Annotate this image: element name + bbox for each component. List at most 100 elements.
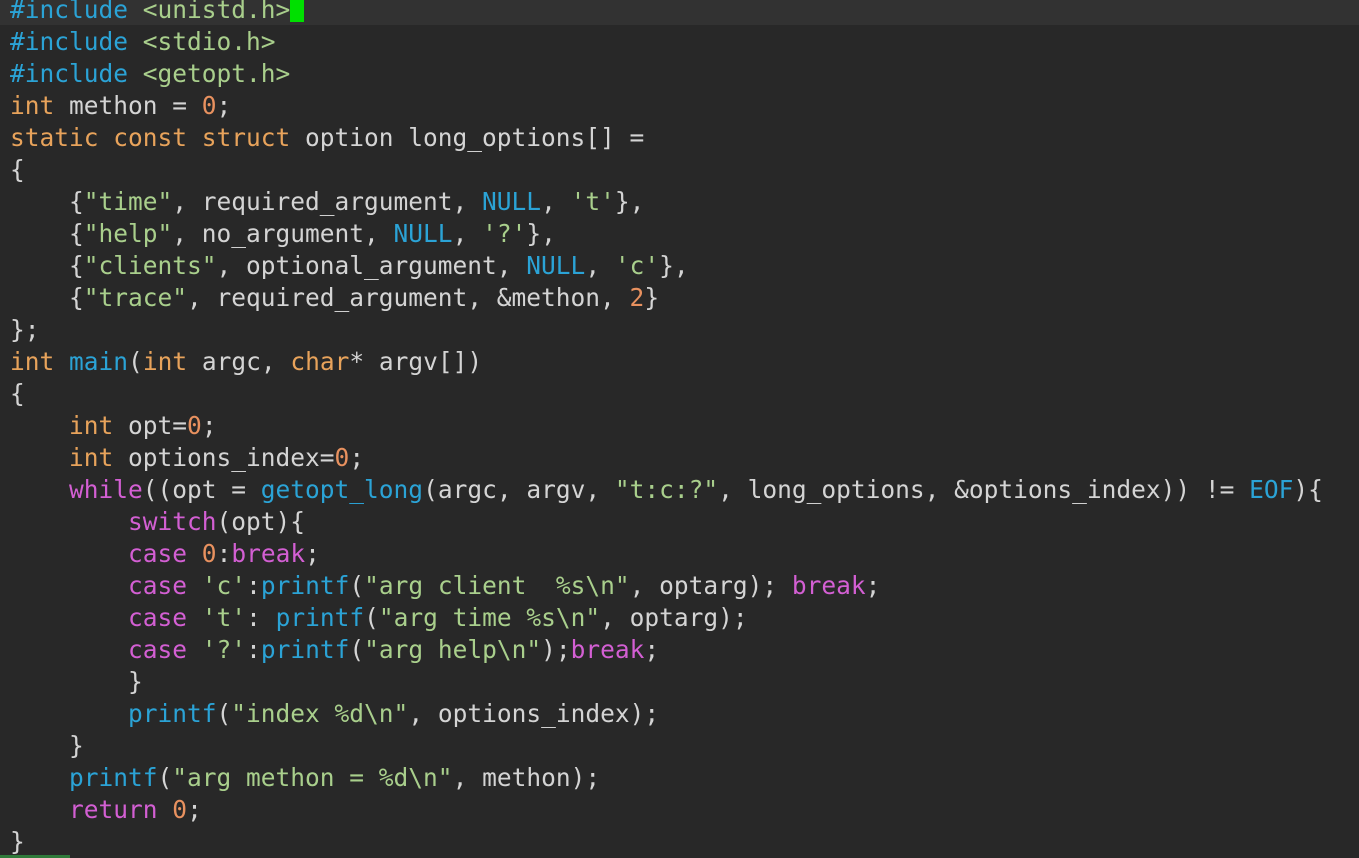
code-token: #include xyxy=(10,59,143,88)
code-token: return xyxy=(69,795,158,824)
code-token: int xyxy=(142,347,188,376)
code-token: case xyxy=(128,539,188,568)
code-token: NULL xyxy=(526,251,586,280)
code-token: ( xyxy=(216,699,232,728)
code-token: printf xyxy=(275,603,365,632)
code-token: , xyxy=(541,187,571,216)
code-line[interactable]: {"trace", required_argument, &methon, 2} xyxy=(10,282,659,314)
code-token: "index %d\n" xyxy=(231,699,409,728)
code-token: NULL xyxy=(393,219,453,248)
code-line[interactable]: case 0:break; xyxy=(10,538,320,570)
code-line[interactable]: int main(int argc, char* argv[]) xyxy=(10,346,482,378)
code-token: break xyxy=(791,571,866,600)
code-line[interactable]: {"time", required_argument, NULL, 't'}, xyxy=(10,186,644,218)
code-token: ; xyxy=(865,571,881,600)
code-token: } xyxy=(10,827,25,856)
code-token: <unistd.h> xyxy=(142,0,291,24)
code-line[interactable]: int options_index=0; xyxy=(10,442,364,474)
code-token: ( xyxy=(157,763,173,792)
code-token: }, xyxy=(526,219,556,248)
code-line[interactable]: printf("arg methon = %d\n", methon); xyxy=(10,762,600,794)
code-token: ){ xyxy=(1293,475,1323,504)
code-token: int xyxy=(10,347,55,376)
code-token: 0 xyxy=(187,411,202,440)
code-line[interactable]: #include <getopt.h> xyxy=(10,58,290,90)
code-line[interactable]: while((opt = getopt_long(argc, argv, "t:… xyxy=(10,474,1323,506)
code-token: NULL xyxy=(482,187,542,216)
code-token: , required_argument, &methon, xyxy=(187,283,630,312)
code-line[interactable]: #include <stdio.h> xyxy=(10,26,276,58)
code-line[interactable]: case 'c':printf("arg client %s\n", optar… xyxy=(10,570,880,602)
code-token: : xyxy=(246,635,261,664)
code-token: EOF xyxy=(1249,475,1294,504)
code-line[interactable]: return 0; xyxy=(10,794,202,826)
code-token: 0 xyxy=(201,91,217,120)
code-line[interactable]: } xyxy=(10,666,143,698)
code-token: opt= xyxy=(113,411,188,440)
code-token: { xyxy=(10,251,84,280)
code-token: { xyxy=(10,155,25,184)
code-line[interactable]: printf("index %d\n", options_index); xyxy=(10,698,659,730)
code-token: ( xyxy=(349,571,365,600)
code-line[interactable]: int opt=0; xyxy=(10,410,217,442)
code-line[interactable]: switch(opt){ xyxy=(10,506,305,538)
code-line[interactable]: } xyxy=(10,826,25,858)
code-token: 0 xyxy=(172,795,188,824)
code-token: char xyxy=(290,347,350,376)
code-token: }, xyxy=(614,187,645,216)
code-line[interactable]: #include <unistd.h> xyxy=(10,0,305,26)
code-token: , optional_argument, xyxy=(216,251,527,280)
code-token: #include xyxy=(10,27,143,56)
code-token: : xyxy=(246,571,261,600)
code-token: case xyxy=(128,635,188,664)
code-token: option long_options[] = xyxy=(290,123,645,152)
code-token: int xyxy=(69,443,114,472)
code-line[interactable]: { xyxy=(10,378,25,410)
code-token: int xyxy=(10,91,55,120)
code-token: methon = xyxy=(54,91,202,120)
code-token: 't' xyxy=(201,603,247,632)
code-token: argc, xyxy=(187,347,291,376)
code-token: (argc, argv, xyxy=(423,475,615,504)
code-line[interactable]: } xyxy=(10,730,84,762)
code-token: options_index= xyxy=(113,443,335,472)
code-line[interactable]: case 't': printf("arg time %s\n", optarg… xyxy=(10,602,748,634)
code-token: while xyxy=(69,475,143,504)
code-token: printf xyxy=(260,571,350,600)
code-token: "arg client %s\n" xyxy=(364,571,630,600)
code-line[interactable]: static const struct option long_options[… xyxy=(10,122,644,154)
code-token: } xyxy=(10,667,143,696)
code-token: case xyxy=(128,571,188,600)
code-line[interactable]: { xyxy=(10,154,25,186)
code-token: , optarg); xyxy=(629,571,792,600)
code-line[interactable]: {"clients", optional_argument, NULL, 'c'… xyxy=(10,250,689,282)
code-token: { xyxy=(10,379,25,408)
code-token: 'c' xyxy=(614,251,660,280)
code-token: ; xyxy=(644,635,660,664)
code-token: switch xyxy=(128,507,217,536)
code-token: , options_index); xyxy=(408,699,660,728)
code-token: 0 xyxy=(201,539,217,568)
code-token: printf xyxy=(260,635,350,664)
code-token: , xyxy=(452,219,483,248)
code-token: break xyxy=(231,539,306,568)
code-editor[interactable]: #include <unistd.h> #include <stdio.h> #in… xyxy=(0,0,1359,858)
code-token: ( xyxy=(128,347,143,376)
code-token: printf xyxy=(69,763,158,792)
code-line[interactable]: {"help", no_argument, NULL, '?'}, xyxy=(10,218,556,250)
code-token: "clients" xyxy=(83,251,217,280)
code-token: "t:c:?" xyxy=(614,475,719,504)
code-line[interactable]: }; xyxy=(10,314,40,346)
code-line[interactable]: case '?':printf("arg help\n");break; xyxy=(10,634,659,666)
code-line[interactable]: int methon = 0; xyxy=(10,90,231,122)
